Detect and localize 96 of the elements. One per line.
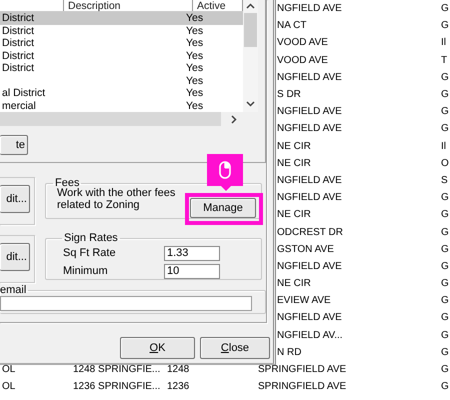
grid-row[interactable]: al District Yes <box>0 87 243 100</box>
grid-cell-text: District <box>1 24 36 37</box>
table-cell-text: NE CIR <box>276 140 312 152</box>
grid-cell-text: Yes <box>186 24 204 37</box>
grid-cell-text: Yes <box>186 37 204 50</box>
table-cell: G <box>441 72 450 83</box>
table-cell-text: T <box>441 54 448 66</box>
manage-button[interactable]: Manage <box>190 198 256 218</box>
table-cell: G <box>441 89 450 100</box>
grid-cell-text: District <box>1 37 36 50</box>
grid-cell-text: District <box>1 12 36 24</box>
group-label: Sign Rates <box>63 232 119 244</box>
grid-cell-text: Yes <box>186 87 204 100</box>
grid-row[interactable]: District Yes <box>0 37 243 50</box>
grid-cell-text: Yes <box>186 50 204 62</box>
table-cell-text: SPRINGFIELD AVE <box>258 364 348 376</box>
grid-cell-text: District <box>1 50 36 62</box>
table-cell: G <box>441 260 450 272</box>
table-cell-text: 1248 <box>167 364 190 376</box>
grid-row[interactable]: District Yes <box>0 62 243 74</box>
table-cell-text: N RD <box>276 346 302 358</box>
column-header[interactable]: Description <box>64 0 193 11</box>
input-field[interactable]: 1.33 <box>164 246 220 260</box>
field-label: Sq Ft Rate <box>63 247 117 259</box>
table-cell: G <box>441 226 450 238</box>
table-cell-text: NE CIR <box>276 209 312 220</box>
table-cell-text: 1248 SPRINGFIE... <box>73 364 162 376</box>
table-cell-text: S <box>441 174 449 186</box>
table-cell: G <box>441 346 450 358</box>
fees-description: Work with the other fees related to Zoning <box>57 187 176 211</box>
grid-cell-text: al District <box>1 87 46 100</box>
table-cell: G <box>441 209 450 220</box>
table-cell-text: VOOD AVE <box>276 37 329 48</box>
table-cell-text: NA CT <box>276 20 308 32</box>
grid-row[interactable]: mercial Yes <box>0 100 243 112</box>
grid-row[interactable]: District Yes <box>0 50 243 62</box>
table-cell-text: NGFIELD AVE <box>276 192 343 204</box>
table-cell: G <box>441 364 450 376</box>
table-cell-text: OL <box>2 381 16 392</box>
grid-cell-text: Yes <box>186 62 204 74</box>
grid-row[interactable]: District Yes <box>0 24 243 37</box>
table-cell-text: NGFIELD AVE <box>276 106 343 118</box>
edit-button[interactable]: dit... <box>0 243 30 271</box>
input-field[interactable]: 10 <box>164 264 220 278</box>
table-cell: O <box>441 158 450 169</box>
table-cell: G <box>441 312 450 324</box>
ok-button[interactable]: OK <box>120 337 195 359</box>
grid-cell-text: Yes <box>186 74 204 87</box>
table-cell: G <box>441 381 450 392</box>
table-cell-text: NGFIELD AVE <box>276 312 343 324</box>
field-label: Minimum <box>63 265 109 277</box>
vertical-scrollbar[interactable] <box>243 0 258 112</box>
group-label: Fees <box>54 177 80 189</box>
table-cell: G <box>441 244 450 255</box>
table-cell-text: VOOD AVE <box>276 54 329 66</box>
group-label: email <box>0 284 28 296</box>
table-cell-text: ODCREST DR <box>276 226 344 238</box>
table-cell: G <box>441 106 450 118</box>
table-cell-text: OL <box>2 364 16 376</box>
table-cell-text: GSTON AVE <box>276 244 335 255</box>
table-cell-text: NGFIELD AVE <box>276 174 343 186</box>
scroll-up-icon[interactable] <box>246 3 255 9</box>
table-cell-text: 1236 SPRINGFIE... <box>73 381 162 392</box>
table-cell-text: NGFIELD AVE <box>276 3 343 14</box>
table-cell-text: Il <box>441 37 447 48</box>
table-cell-text: 1236 <box>167 381 190 392</box>
edit-button[interactable]: dit... <box>0 185 30 213</box>
scroll-down-icon[interactable] <box>246 101 255 107</box>
table-cell: G <box>441 330 450 341</box>
table-cell: G <box>441 3 450 14</box>
email-field[interactable] <box>0 296 252 311</box>
table-cell: G <box>441 123 450 134</box>
table-cell-text: SPRINGFIELD AVE <box>258 381 348 392</box>
table-cell-text: NGFIELD AVE <box>276 260 343 272</box>
table-cell-text: S DR <box>276 89 302 100</box>
mouse-icon <box>219 161 231 179</box>
scroll-right-icon[interactable] <box>231 114 237 124</box>
table-cell-text: NGFIELD AV... <box>276 330 344 341</box>
grid-cell-text: Yes <box>186 12 204 24</box>
table-cell-text: NE CIR <box>276 278 312 290</box>
table-cell: G <box>441 192 450 204</box>
table-cell-text: NGFIELD AVE <box>276 72 343 83</box>
table-cell-text: EVIEW AVE <box>276 295 332 306</box>
table-cell-text: NGFIELD AVE <box>276 123 343 134</box>
delete-button[interactable]: te <box>0 135 28 155</box>
table-cell-text: Il <box>441 140 447 152</box>
grid-cell-text: Yes <box>186 100 204 112</box>
grid-row[interactable]: Yes <box>0 74 243 87</box>
table-cell-text: NE CIR <box>276 158 312 169</box>
table-cell: G <box>441 20 450 32</box>
grid-cell-text: District <box>1 62 36 74</box>
table-cell: G <box>441 278 450 290</box>
grid-row[interactable]: District Yes <box>0 12 243 24</box>
table-cell: G <box>441 295 450 306</box>
close-button[interactable]: Close <box>200 337 270 359</box>
grid-cell-text: mercial <box>1 100 37 112</box>
